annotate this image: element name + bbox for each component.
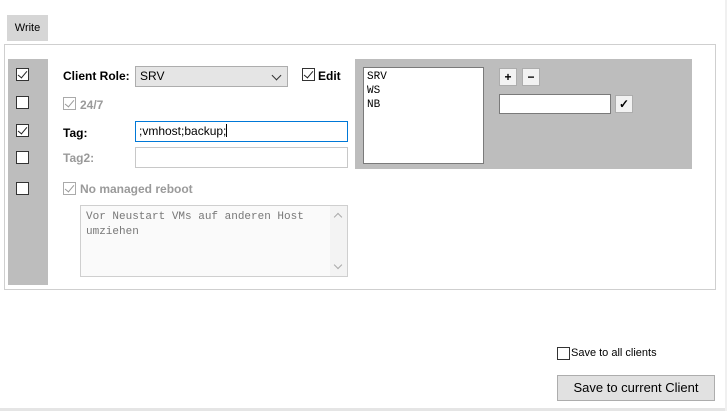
no-managed-reboot-checkbox[interactable] <box>63 182 76 195</box>
add-role-button[interactable]: + <box>499 68 517 86</box>
apply-tag2-checkbox[interactable] <box>16 151 29 164</box>
edit-label: Edit <box>318 69 341 83</box>
save-to-all-clients-label: Save to all clients <box>571 347 657 359</box>
new-role-input[interactable] <box>499 94 611 114</box>
role-listbox[interactable]: SRV WS NB <box>363 67 484 164</box>
always-on-checkbox[interactable] <box>63 97 76 110</box>
role-list-item[interactable]: WS <box>367 84 480 98</box>
no-managed-reboot-label: No managed reboot <box>80 182 193 196</box>
apply-tag-checkbox[interactable] <box>16 124 29 137</box>
tag-value: ;vmhost;backup; <box>139 124 227 138</box>
tag2-label: Tag2: <box>63 151 95 165</box>
apply-24-7-checkbox[interactable] <box>16 96 29 109</box>
remove-role-button[interactable]: − <box>522 68 540 86</box>
text-caret <box>226 124 228 137</box>
confirm-role-button[interactable]: ✓ <box>615 95 633 113</box>
apply-checkbox-column <box>8 59 48 285</box>
tab-write[interactable]: Write <box>7 15 48 41</box>
apply-client-role-checkbox[interactable] <box>16 68 29 81</box>
edit-checkbox[interactable] <box>302 68 315 81</box>
tag-label: Tag: <box>63 126 88 140</box>
note-textarea[interactable]: Vor Neustart VMs auf anderen Host umzieh… <box>80 205 348 277</box>
save-to-all-clients-checkbox[interactable] <box>557 347 570 360</box>
client-role-value: SRV <box>140 69 165 83</box>
role-list-item[interactable]: NB <box>367 98 480 112</box>
apply-reboot-checkbox[interactable] <box>16 182 29 195</box>
scroll-down-icon[interactable] <box>333 260 343 270</box>
client-role-label: Client Role: <box>63 69 130 83</box>
chevron-down-icon <box>271 70 282 81</box>
client-role-select[interactable]: SRV <box>135 66 288 87</box>
role-list-item[interactable]: SRV <box>367 70 480 84</box>
tag2-input[interactable] <box>135 147 348 168</box>
scroll-up-icon[interactable] <box>333 212 343 222</box>
save-to-current-client-button[interactable]: Save to current Client <box>557 375 715 401</box>
always-on-label: 24/7 <box>80 98 104 112</box>
note-text: Vor Neustart VMs auf anderen Host umzieh… <box>86 211 304 238</box>
tag-input[interactable]: ;vmhost;backup; <box>135 121 348 142</box>
note-scrollbar[interactable] <box>330 206 347 276</box>
